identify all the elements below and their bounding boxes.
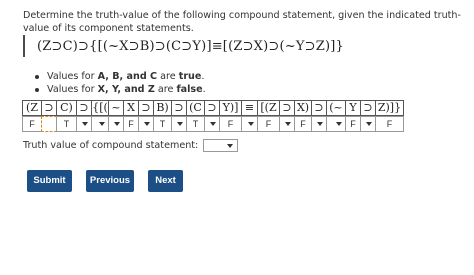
chevron-down-icon: [227, 143, 234, 148]
table-header-cell: {[(: [91, 100, 109, 116]
truth-value-dropdown[interactable]: [311, 116, 327, 132]
table-header-cell: ≡: [241, 100, 258, 116]
table-header-cell: ⊃: [279, 100, 295, 116]
truth-value-dropdown[interactable]: [41, 116, 57, 132]
chevron-down-icon: [177, 122, 183, 126]
formula-bar: [23, 35, 25, 57]
bullet-value: false: [176, 84, 203, 95]
given-value-cell: F: [123, 116, 139, 132]
truth-value-dropdown[interactable]: [138, 116, 154, 132]
truth-table-header: (Z ⊃ C) ⊃{[(~ X ⊃ B) ⊃ (C ⊃ Y)] ≡ [(Z ⊃ X) ⊃ (~ Y ⊃ Z)]}: [22, 100, 404, 116]
truth-value-row: Truth value of compound statement:: [23, 138, 239, 152]
compound-statement: (Z⊃C)⊃{[(~X⊃B)⊃(C⊃Y)]≡[(Z⊃X)⊃(~Y⊃Z)]}: [23, 35, 344, 57]
table-header-cell: ⊃: [204, 100, 220, 116]
bullet-suffix: are: [160, 71, 176, 82]
bullet-value: true: [178, 71, 202, 82]
bullet-prefix: Values for: [47, 84, 95, 95]
table-header-cell: Z)]}: [375, 100, 404, 116]
table-header-cell: ⊃: [171, 100, 187, 116]
chevron-down-icon: [99, 122, 105, 126]
chevron-down-icon: [317, 122, 323, 126]
chevron-down-icon: [285, 122, 291, 126]
given-value-cell: F: [219, 116, 242, 132]
chevron-down-icon: [248, 122, 254, 126]
table-header-cell: ⊃: [76, 100, 92, 116]
chevron-down-icon: [82, 122, 88, 126]
bullet-suffix: are: [157, 84, 174, 95]
given-value-cell: T: [153, 116, 172, 132]
table-header-cell: ⊃: [360, 100, 376, 116]
submit-button[interactable]: Submit: [27, 170, 72, 192]
truth-value-select[interactable]: [203, 138, 239, 152]
given-value-cell: F: [22, 116, 42, 132]
table-header-cell: [(Z: [257, 100, 280, 116]
truth-value-dropdown[interactable]: [91, 116, 109, 132]
truth-value-dropdown[interactable]: [171, 116, 187, 132]
truth-value-dropdown[interactable]: [326, 116, 346, 132]
table-header-cell: (C: [186, 100, 205, 116]
truth-value-dropdown[interactable]: [279, 116, 295, 132]
table-header-cell: ~: [108, 100, 124, 116]
chevron-down-icon: [144, 122, 150, 126]
table-header-cell: B): [153, 100, 172, 116]
next-button[interactable]: Next: [148, 170, 183, 192]
truth-value-dropdown[interactable]: [241, 116, 258, 132]
table-header-cell: Y: [345, 100, 361, 116]
table-header-cell: ⊃: [41, 100, 57, 116]
previous-button[interactable]: Previous: [86, 170, 134, 192]
table-header-cell: (Z: [22, 100, 42, 116]
bullet-vars: A, B, and C: [97, 71, 158, 82]
given-value-cell: F: [375, 116, 404, 132]
given-value-cell: F: [345, 116, 361, 132]
truth-value-dropdown[interactable]: [360, 116, 376, 132]
chevron-down-icon: [336, 122, 342, 126]
bullet-prefix: Values for: [47, 71, 95, 82]
bullet-vars: X, Y, and Z: [97, 84, 155, 95]
given-value-cell: F: [257, 116, 280, 132]
question-prompt: Determine the truth-value of the followi…: [23, 10, 461, 34]
truth-table-values: FTFTTFFFFF: [22, 116, 404, 132]
table-header-cell: C): [56, 100, 77, 116]
table-header-cell: X: [123, 100, 139, 116]
chevron-down-icon: [366, 122, 372, 126]
truth-value-label: Truth value of compound statement:: [23, 139, 199, 151]
truth-value-dropdown[interactable]: [76, 116, 92, 132]
table-header-cell: Y)]: [219, 100, 242, 116]
given-value-cell: T: [56, 116, 77, 132]
given-value-cell: F: [294, 116, 312, 132]
given-value-cell: T: [186, 116, 205, 132]
table-header-cell: ⊃: [311, 100, 327, 116]
table-header-cell: (~: [326, 100, 346, 116]
bullet-icon: [35, 87, 39, 92]
truth-value-dropdown[interactable]: [204, 116, 220, 132]
bullet-end: .: [201, 71, 205, 82]
chevron-down-icon: [210, 122, 216, 126]
list-item: Values for A, B, and C are true.: [33, 70, 206, 83]
chevron-down-icon: [114, 122, 120, 126]
table-header-cell: ⊃: [138, 100, 154, 116]
formula-text: (Z⊃C)⊃{[(~X⊃B)⊃(C⊃Y)]≡[(Z⊃X)⊃(~Y⊃Z)]}: [37, 38, 344, 54]
bullet-end: .: [202, 84, 206, 95]
bullet-icon: [35, 74, 39, 79]
given-values-list: Values for A, B, and C are true. Values …: [33, 70, 206, 96]
table-header-cell: X): [294, 100, 312, 116]
list-item: Values for X, Y, and Z are false.: [33, 83, 206, 96]
truth-value-dropdown[interactable]: [108, 116, 124, 132]
